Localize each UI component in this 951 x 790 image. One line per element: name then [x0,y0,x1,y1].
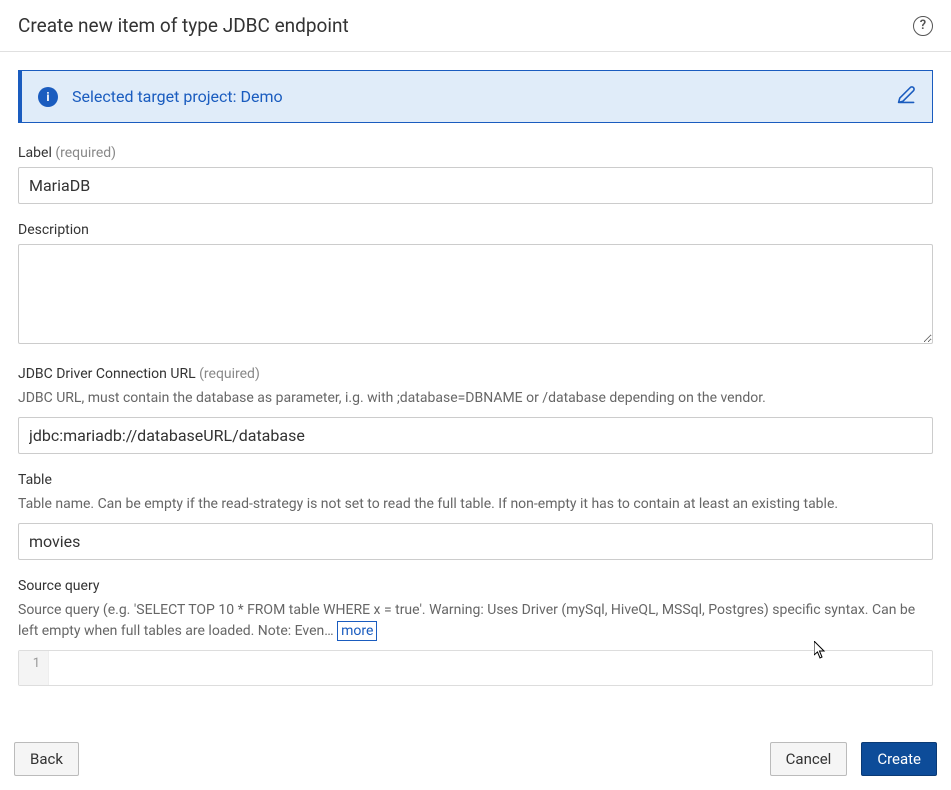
source-query-help: Source query (e.g. 'SELECT TOP 10 * FROM… [18,600,933,642]
footer-right: Cancel Create [770,742,937,776]
editor-gutter: 1 [19,651,49,685]
table-group: Table Table name. Can be empty if the re… [18,472,933,560]
dialog-header: Create new item of type JDBC endpoint ? [0,0,951,52]
description-textarea[interactable] [18,244,933,344]
dialog-footer: Back Cancel Create [0,732,951,790]
more-link[interactable]: more [337,621,377,641]
source-query-group: Source query Source query (e.g. 'SELECT … [18,578,933,686]
label-field-label: Label (required) [18,145,933,161]
banner-left: i Selected target project: Demo [38,87,283,107]
description-group: Description [18,222,933,348]
jdbc-url-label: JDBC Driver Connection URL (required) [18,366,933,382]
jdbc-url-input[interactable] [18,417,933,454]
editor-code-area[interactable] [49,651,932,685]
source-query-help-text: Source query (e.g. 'SELECT TOP 10 * FROM… [18,602,915,639]
label-group: Label (required) [18,145,933,204]
dialog-content: i Selected target project: Demo Label (r… [0,52,951,727]
jdbc-url-help: JDBC URL, must contain the database as p… [18,388,933,409]
banner-text: Selected target project: Demo [72,87,283,106]
table-help: Table name. Can be empty if the read-str… [18,494,933,515]
info-icon: i [38,87,58,107]
jdbc-url-required-hint: (required) [199,366,260,382]
table-input[interactable] [18,523,933,560]
dialog-title: Create new item of type JDBC endpoint [18,14,349,37]
description-label: Description [18,222,933,238]
help-icon[interactable]: ? [913,16,933,36]
cancel-button[interactable]: Cancel [770,742,848,776]
label-required-hint: (required) [55,145,116,161]
edit-project-icon[interactable] [897,85,916,108]
label-input[interactable] [18,167,933,204]
line-number: 1 [27,656,40,671]
back-button[interactable]: Back [14,742,79,776]
label-text: Label [18,145,52,161]
project-banner: i Selected target project: Demo [18,70,933,123]
jdbc-url-label-text: JDBC Driver Connection URL [18,366,196,382]
source-query-label: Source query [18,578,933,594]
create-button[interactable]: Create [861,742,937,776]
table-label: Table [18,472,933,488]
source-query-editor[interactable]: 1 [18,650,933,686]
jdbc-url-group: JDBC Driver Connection URL (required) JD… [18,366,933,454]
